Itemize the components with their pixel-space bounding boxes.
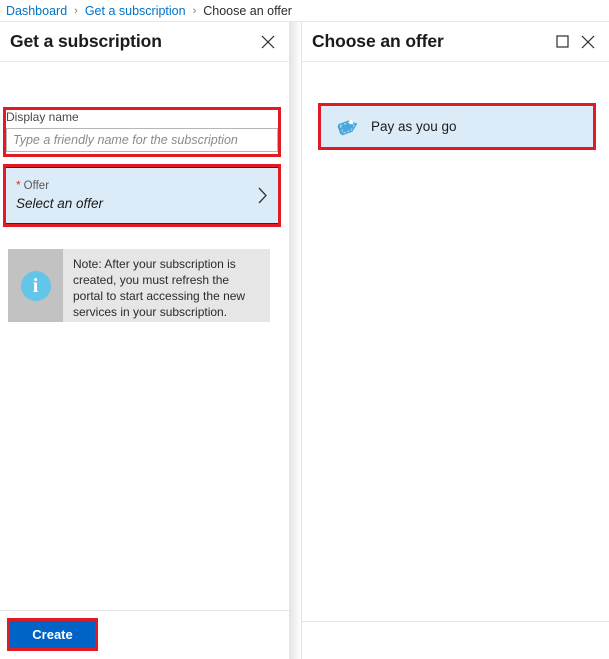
page-title: Get a subscription <box>10 31 162 51</box>
breadcrumb-separator-icon: › <box>74 4 78 17</box>
breadcrumb-item-choose-an-offer: Choose an offer <box>203 3 292 18</box>
info-icon: i <box>20 270 51 301</box>
list-item[interactable]: Pay as you go <box>321 106 593 147</box>
info-note-icon-cell: i <box>8 249 63 322</box>
display-name-field-group: Display name <box>6 110 278 152</box>
offer-selector[interactable]: * Offer Select an offer <box>6 167 278 224</box>
offer-value: Select an offer <box>16 195 104 211</box>
blades-container: Get a subscription Display name * <box>0 22 609 659</box>
offer-label: Offer <box>23 179 50 192</box>
list-item-label: Pay as you go <box>371 119 457 134</box>
close-icon[interactable] <box>255 29 281 55</box>
info-note: i Note: After your subscription is creat… <box>8 249 270 322</box>
close-icon[interactable] <box>575 29 601 55</box>
left-blade-footer: Create <box>0 610 289 659</box>
offer-list: Pay as you go <box>321 106 593 147</box>
required-asterisk-icon: * <box>16 177 21 192</box>
right-blade-body: Pay as you go <box>302 63 609 622</box>
breadcrumb-item-dashboard[interactable]: Dashboard <box>6 4 67 18</box>
blade-divider-shadow <box>290 22 301 659</box>
breadcrumb: Dashboard › Get a subscription › Choose … <box>0 0 609 22</box>
create-button[interactable]: Create <box>10 621 95 648</box>
maximize-icon[interactable] <box>549 29 575 55</box>
right-blade-footer <box>302 621 609 659</box>
left-blade-body: Display name * Offer Select an offer <box>0 63 289 611</box>
right-blade-header: Choose an offer <box>302 22 609 62</box>
breadcrumb-separator-icon: › <box>192 4 197 17</box>
display-name-label: Display name <box>6 110 79 124</box>
display-name-input[interactable] <box>6 128 278 152</box>
breadcrumb-item-get-a-subscription[interactable]: Get a subscription <box>85 4 186 18</box>
left-blade-header: Get a subscription <box>0 22 289 62</box>
chevron-right-icon <box>254 187 270 204</box>
choose-an-offer-blade: Choose an offer Pay as you go <box>301 22 609 659</box>
info-note-text: Note: After your subscription is created… <box>73 257 246 319</box>
offer-selector-text: * Offer Select an offer <box>14 177 254 213</box>
choose-an-offer-title: Choose an offer <box>312 31 444 51</box>
get-a-subscription-blade: Get a subscription Display name * <box>0 22 290 659</box>
offer-label-row: * Offer <box>16 177 254 193</box>
price-tag-icon <box>330 114 366 140</box>
